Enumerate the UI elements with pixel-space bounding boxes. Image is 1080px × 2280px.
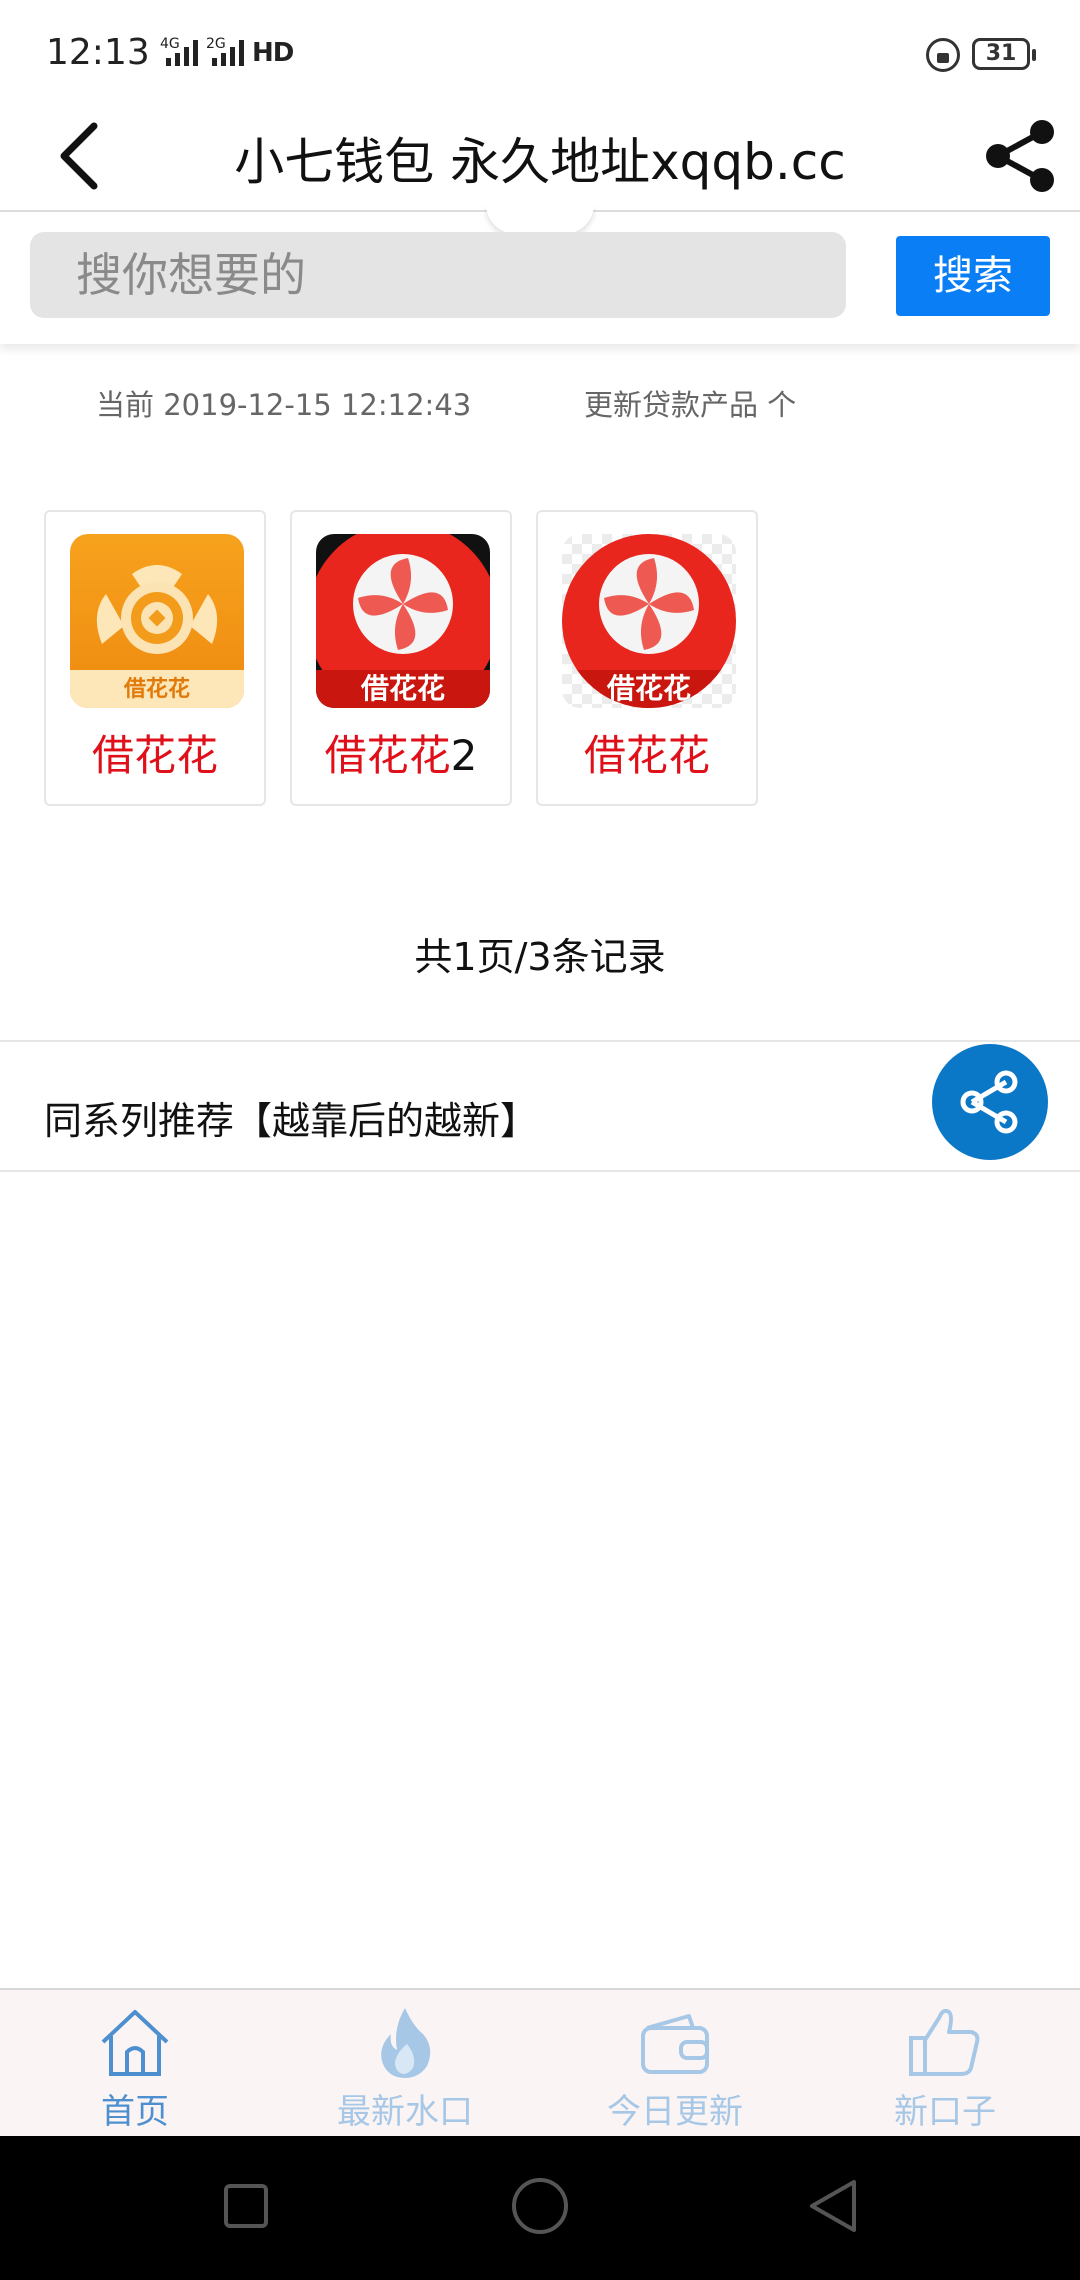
- nav-item-latest[interactable]: 最新水口: [270, 1990, 540, 2138]
- update-count-text: 更新贷款产品 个: [584, 388, 797, 422]
- wallet-icon: [641, 2014, 709, 2074]
- pagination-info: 共1页/3条记录: [414, 935, 666, 979]
- hd-indicator: HD: [252, 38, 294, 68]
- product-name-text: 借花花: [324, 731, 451, 780]
- nav-item-new[interactable]: 新口子: [810, 1990, 1080, 2138]
- product-name: 借花花2: [292, 722, 510, 783]
- product-name-text: 借花花: [583, 731, 710, 780]
- share-icon: [960, 1070, 1018, 1134]
- status-bar: 12:13 4G 2G HD 31: [0, 0, 1080, 110]
- product-card[interactable]: 借花花 借花花: [536, 510, 758, 806]
- bottom-nav: 首页 最新水口 今日更新 新口子: [0, 1988, 1080, 2136]
- current-time-text: 当前 2019-12-15 12:12:43: [96, 388, 472, 422]
- product-card[interactable]: 借花花 借花花: [44, 510, 266, 806]
- svg-text:借花花: 借花花: [606, 672, 691, 705]
- back-triangle-icon[interactable]: [794, 2166, 874, 2246]
- share-icon: [986, 120, 1054, 192]
- app-header: 小七钱包 永久地址xqqb.cc: [0, 110, 1080, 212]
- search-bar: 搜索: [0, 204, 1080, 344]
- search-input[interactable]: [30, 232, 846, 318]
- svg-text:借花花: 借花花: [360, 672, 445, 705]
- back-button[interactable]: [52, 114, 132, 194]
- home-circle-icon[interactable]: [500, 2166, 580, 2246]
- nav-item-today[interactable]: 今日更新: [540, 1990, 810, 2138]
- recent-apps-icon[interactable]: [206, 2166, 286, 2246]
- chevron-left-icon: [60, 122, 98, 190]
- share-button[interactable]: [980, 114, 1060, 194]
- section-title: 同系列推荐【越靠后的越新】: [44, 1099, 539, 1143]
- floating-share-button[interactable]: [932, 1044, 1048, 1160]
- nav-label: 今日更新: [607, 2092, 743, 2132]
- page-title: 小七钱包 永久地址xqqb.cc: [234, 133, 846, 191]
- nav-label: 首页: [101, 2092, 169, 2132]
- battery-indicator: 31: [972, 38, 1036, 70]
- rotation-lock-icon: [926, 38, 960, 72]
- product-name-suffix: 2: [450, 731, 478, 780]
- coin-wings-icon: 借花花: [70, 534, 244, 708]
- recommend-section-header: 同系列推荐【越靠后的越新】: [0, 1040, 1080, 1172]
- pull-notch: [486, 204, 594, 234]
- product-name-text: 借花花: [91, 731, 218, 780]
- product-name: 借花花: [46, 722, 264, 783]
- svg-text:借花花: 借花花: [123, 676, 190, 702]
- pinwheel-icon: 借花花: [562, 534, 736, 708]
- product-card[interactable]: 借花花 借花花2: [290, 510, 512, 806]
- pinwheel-icon: 借花花: [316, 534, 490, 708]
- search-button[interactable]: 搜索: [896, 236, 1050, 316]
- home-icon: [101, 2010, 169, 2076]
- status-time: 12:13: [46, 32, 150, 73]
- nav-label: 最新水口: [337, 2092, 473, 2132]
- system-nav-bar: [0, 2136, 1080, 2280]
- signal-bars-1-icon: [166, 40, 198, 66]
- nav-item-home[interactable]: 首页: [0, 1990, 270, 2138]
- product-name: 借花花: [538, 722, 756, 783]
- thumbs-up-icon: [909, 2008, 980, 2076]
- nav-label: 新口子: [894, 2092, 996, 2132]
- signal-bars-2-icon: [212, 40, 244, 66]
- flame-icon: [381, 2008, 431, 2078]
